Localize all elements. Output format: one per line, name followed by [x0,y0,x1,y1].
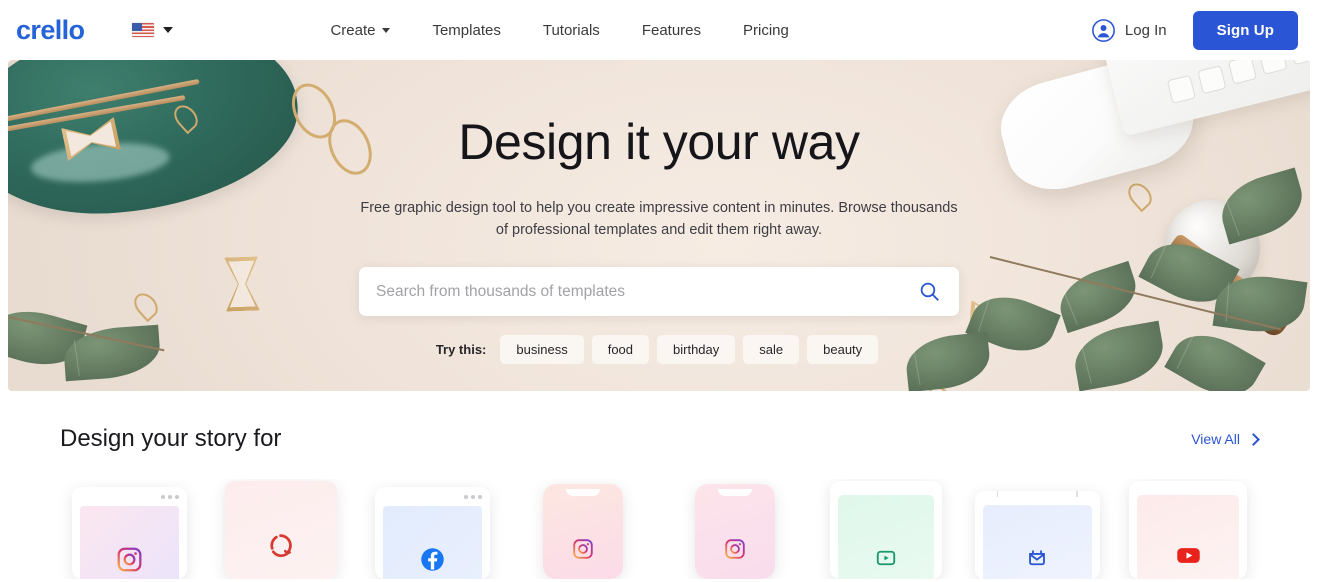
instagram-icon [117,547,142,572]
phone-notch [566,489,601,496]
chevron-down-icon [163,27,174,33]
tag-business[interactable]: business [500,335,584,365]
signup-button[interactable]: Sign Up [1192,10,1298,50]
hero-content: Design it your way Free graphic design t… [8,60,1310,365]
chevron-right-icon [1247,432,1260,446]
story-section-header: Design your story for View All [0,425,1318,453]
phone-notch [717,489,752,496]
vk-mail-icon [1029,550,1046,566]
youtube-icon [1177,548,1200,563]
card-slot [962,479,1113,579]
template-search-bar[interactable] [359,267,959,317]
us-flag-icon [132,23,155,37]
video-play-icon [876,550,896,566]
search-input[interactable] [376,282,918,301]
window-dots [375,487,490,506]
section-title: Design your story for [60,425,282,452]
crello-logo[interactable]: crello [12,15,85,46]
nav-item-templates[interactable]: Templates [411,14,521,47]
nav-item-tutorials[interactable]: Tutorials [522,14,621,47]
hero-banner: Design it your way Free graphic design t… [8,60,1310,391]
chevron-down-icon [382,27,391,33]
template-card-youtube[interactable] [1129,481,1248,579]
login-button[interactable]: Log In [1091,18,1167,43]
try-this-label: Try this: [435,342,487,358]
card-slot [1113,479,1264,579]
nav-item-create[interactable]: Create [309,14,411,47]
template-card-instagram-story-1[interactable] [543,484,624,579]
instagram-icon [724,538,745,559]
view-all-label: View All [1191,431,1240,447]
tag-birthday[interactable]: birthday [657,335,736,365]
nav-label-create: Create [330,21,376,39]
main-navigation: Create Templates Tutorials Features Pric… [309,14,809,47]
view-all-link[interactable]: View All [1191,431,1260,447]
nav-item-features[interactable]: Features [621,14,722,47]
nav-label-features: Features [641,21,702,39]
card-slot [508,479,659,579]
template-card-facebook-post[interactable] [374,487,490,579]
template-card-instagram-story-2[interactable] [694,484,775,579]
card-slot [810,479,961,579]
nav-label-pricing: Pricing [743,21,789,39]
template-card-pinterest[interactable] [224,481,337,579]
tag-food[interactable]: food [591,335,650,365]
pinterest-icon [270,533,293,557]
window-dots [72,487,187,506]
template-card-instagram-post[interactable] [72,487,188,579]
language-picker[interactable] [132,23,174,37]
nav-item-pricing[interactable]: Pricing [722,14,810,47]
hero-subtitle: Free graphic design tool to help you cre… [360,200,958,239]
nav-label-tutorials: Tutorials [542,21,600,39]
header-actions: Log In Sign Up [1091,10,1298,50]
card-slot [205,479,356,579]
instagram-icon [573,538,594,559]
tag-sale[interactable]: sale [743,335,800,365]
template-card-row [0,479,1318,579]
search-icon[interactable] [918,280,941,303]
user-circle-icon [1092,18,1115,42]
template-card-vk-post[interactable] [974,491,1100,579]
card-slot [54,479,205,579]
nav-label-templates: Templates [432,21,501,39]
tag-beauty[interactable]: beauty [807,335,879,365]
card-slot [659,479,810,579]
hero-title: Design it your way [458,114,860,170]
card-slot [357,479,508,579]
facebook-icon [420,548,444,571]
login-label: Log In [1124,21,1167,39]
site-header: crello Create Templates Tutorials Featur… [0,0,1318,60]
suggested-tags: Try this: business food birthday sale be… [8,335,1310,365]
template-card-video[interactable] [829,481,942,579]
